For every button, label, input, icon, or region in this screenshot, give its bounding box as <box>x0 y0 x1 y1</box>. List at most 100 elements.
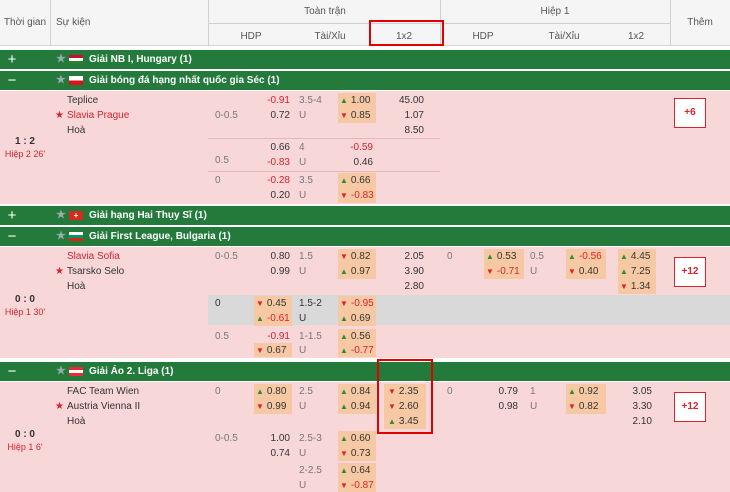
col-time: Thời gian <box>3 17 47 28</box>
odds-cell: U <box>299 110 307 121</box>
odds-cell[interactable]: -0.56 <box>568 251 602 262</box>
odds-cell[interactable]: 0.85 <box>340 110 370 121</box>
odds-cell[interactable]: 0.84 <box>340 386 370 397</box>
odds-cell[interactable]: -0.77 <box>340 345 374 356</box>
odds-cell[interactable]: 2.05 <box>392 251 424 262</box>
odds-cell: 0 <box>447 251 453 262</box>
league-austria[interactable]: − ★ Giải Áo 2. Liga (1) <box>0 362 730 381</box>
odds-cell[interactable]: 1.34 <box>620 281 650 292</box>
league-bulgaria[interactable]: − ★ Giải First League, Bulgaria (1) <box>0 227 730 246</box>
odds-cell[interactable]: 1.07 <box>392 110 424 121</box>
odds-cell[interactable]: 0.66 <box>262 142 290 153</box>
home-team[interactable]: Teplice <box>67 95 98 106</box>
odds-cell: 1-1.5 <box>299 331 322 342</box>
league-czech[interactable]: − ★ Giải bóng đá hạng nhất quốc gia Séc (1… <box>0 71 730 90</box>
odds-cell[interactable]: 0.80 <box>262 251 290 262</box>
odds-cell: 0.5 <box>215 331 229 342</box>
odds-cell[interactable]: 0.53 <box>486 251 516 262</box>
home-team[interactable]: FAC Team Wien <box>67 386 139 397</box>
odds-cell: 0-0.5 <box>215 110 238 121</box>
odds-cell: 0.5 <box>215 155 229 166</box>
odds-cell[interactable]: 0.82 <box>568 401 598 412</box>
odds-cell[interactable]: 0.66 <box>340 175 370 186</box>
odds-cell[interactable]: -0.71 <box>486 266 520 277</box>
odds-cell: U <box>530 266 538 277</box>
match-time: Hiệp 2 26' <box>4 149 46 159</box>
odds-cell[interactable]: -0.83 <box>262 157 290 168</box>
odds-cell: 1.5 <box>299 251 313 262</box>
odds-cell[interactable]: 0.99 <box>262 266 290 277</box>
odds-cell[interactable]: -0.91 <box>262 95 290 106</box>
odds-cell[interactable]: -0.87 <box>340 480 374 491</box>
odds-cell: ★ <box>55 110 64 121</box>
odds-cell[interactable]: -0.59 <box>345 142 373 153</box>
col-more: Thêm <box>687 17 713 28</box>
odds-cell[interactable]: 0.99 <box>256 401 286 412</box>
odds-cell: U <box>530 401 538 412</box>
odds-cell: 3.5-4 <box>299 95 322 106</box>
odds-cell[interactable]: 0.79 <box>490 386 518 397</box>
odds-cell[interactable]: 0.74 <box>262 448 290 459</box>
league-switzerland[interactable]: + ★ + Giải hạng Hai Thụy Sĩ (1) <box>0 206 730 225</box>
away-team[interactable]: Austria Vienna II <box>67 401 140 412</box>
odds-cell[interactable]: 2.10 <box>620 416 652 427</box>
odds-cell[interactable]: -0.61 <box>256 313 290 324</box>
odds-cell: 1 <box>530 386 536 397</box>
odds-cell[interactable]: 2.80 <box>392 281 424 292</box>
odds-cell: Hoà <box>67 281 86 292</box>
away-team[interactable]: Slavia Prague <box>67 110 129 121</box>
odds-cell[interactable]: 0.64 <box>340 465 370 476</box>
odds-cell[interactable]: 4.45 <box>620 251 650 262</box>
odds-cell[interactable]: 3.05 <box>620 386 652 397</box>
odds-cell: 0.5 <box>530 251 544 262</box>
odds-cell: 0 <box>447 386 453 397</box>
odds-cell[interactable]: 0.56 <box>340 331 370 342</box>
odds-cell[interactable]: 0.40 <box>568 266 598 277</box>
odds-cell[interactable]: -0.28 <box>262 175 290 186</box>
odds-cell[interactable]: 3.30 <box>620 401 652 412</box>
odds-cell[interactable]: 0.69 <box>340 313 370 324</box>
odds-cell[interactable]: 7.25 <box>620 266 650 277</box>
odds-cell[interactable]: 1.00 <box>340 95 370 106</box>
odds-cell[interactable]: 0.20 <box>262 190 290 201</box>
odds-cell[interactable]: 0.94 <box>340 401 370 412</box>
away-team[interactable]: Tsarsko Selo <box>67 266 124 277</box>
league-hungary[interactable]: + ★ Giải NB I, Hungary (1) <box>0 50 730 69</box>
odds-cell[interactable]: 0.73 <box>340 448 370 459</box>
odds-cell[interactable]: 3.90 <box>392 266 424 277</box>
odds-cell[interactable]: -0.83 <box>340 190 374 201</box>
odds-cell[interactable]: 0.80 <box>256 386 286 397</box>
odds-cell[interactable]: -0.95 <box>340 298 374 309</box>
home-team[interactable]: Slavia Sofia <box>67 251 120 262</box>
odds-cell[interactable]: 0.98 <box>490 401 518 412</box>
odds-cell: 2.5-3 <box>299 433 322 444</box>
col-ou: Tài/Xỉu <box>314 31 346 42</box>
more-button[interactable]: +6 <box>674 98 706 128</box>
odds-cell: U <box>299 157 307 168</box>
odds-cell[interactable]: 0.60 <box>340 433 370 444</box>
odds-cell[interactable]: 45.00 <box>392 95 424 106</box>
odds-cell: 0-0.5 <box>215 433 238 444</box>
odds-cell: 3.5 <box>299 175 313 186</box>
more-button[interactable]: +12 <box>674 392 706 422</box>
odds-cell[interactable]: 8.50 <box>392 125 424 136</box>
odds-cell[interactable]: 0.46 <box>345 157 373 168</box>
odds-cell[interactable]: -0.91 <box>262 331 290 342</box>
odds-cell: 4 <box>299 142 305 153</box>
odds-cell[interactable]: 0.97 <box>340 266 370 277</box>
odds-cell[interactable]: 0.67 <box>256 345 286 356</box>
odds-cell: U <box>299 345 307 356</box>
odds-cell[interactable]: 0.45 <box>256 298 286 309</box>
odds-cell: U <box>299 190 307 201</box>
odds-cell: 1.5-2 <box>299 298 322 309</box>
more-button[interactable]: +12 <box>674 257 706 287</box>
odds-cell: 0 <box>215 175 221 186</box>
odds-cell[interactable]: 1.00 <box>262 433 290 444</box>
odds-cell: Hoà <box>67 416 86 427</box>
odds-cell[interactable]: 0.72 <box>262 110 290 121</box>
col-half-hdp: HDP <box>472 31 494 42</box>
odds-cell: 0 <box>215 298 221 309</box>
odds-cell[interactable]: 0.82 <box>340 251 370 262</box>
odds-cell[interactable]: 0.92 <box>568 386 598 397</box>
odds-cell: ★ <box>55 266 64 277</box>
